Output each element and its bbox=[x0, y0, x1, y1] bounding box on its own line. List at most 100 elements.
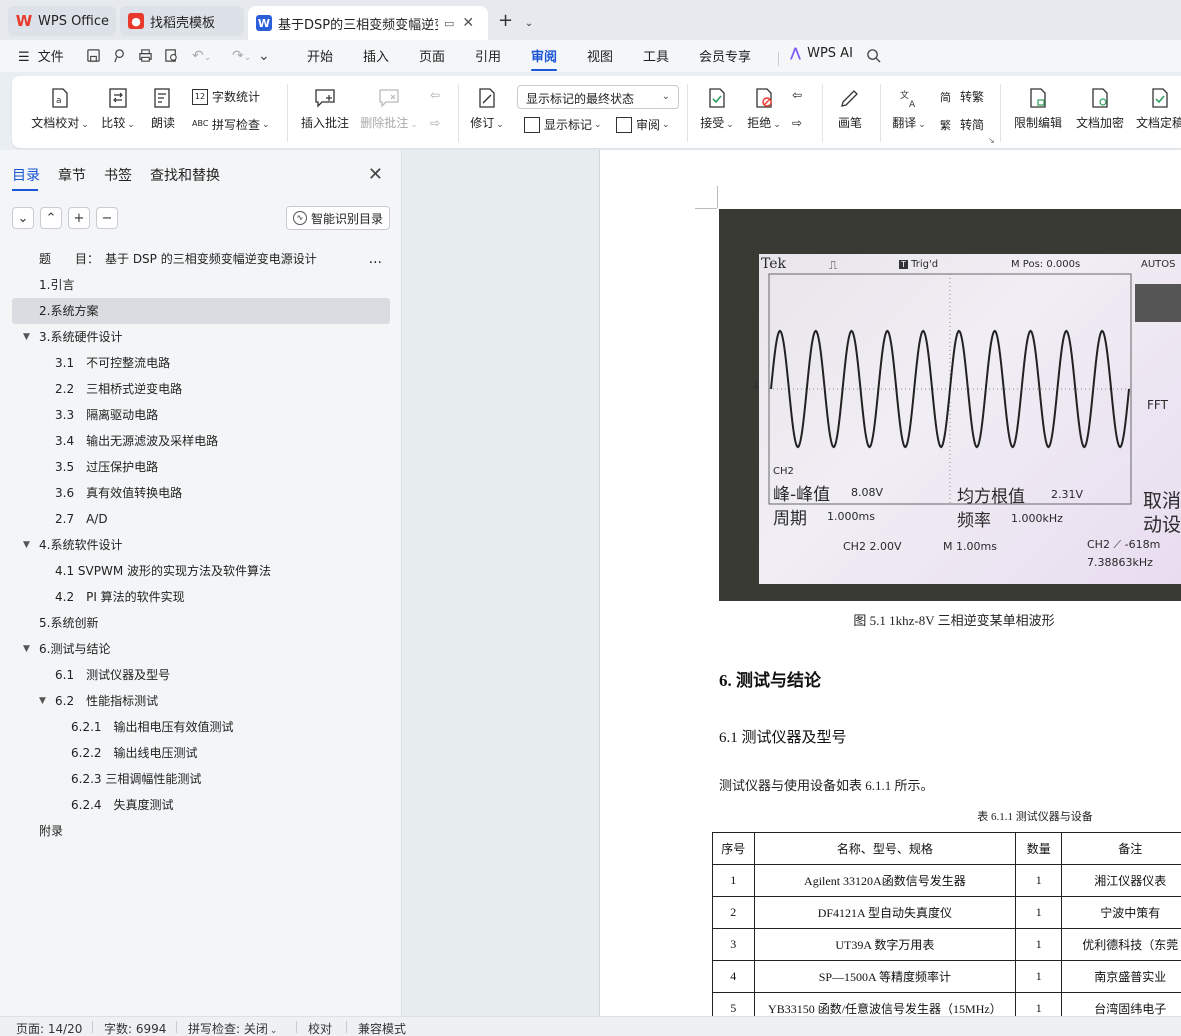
toc-item[interactable]: 3.3 隔离驱动电路 bbox=[12, 402, 390, 428]
save-icon[interactable] bbox=[86, 48, 102, 64]
toc-item[interactable]: 6.2.3 三相调幅性能测试 bbox=[12, 766, 390, 792]
menu-page[interactable]: 页面 bbox=[419, 46, 445, 65]
toc-item[interactable]: 3.1 不可控整流电路 bbox=[12, 350, 390, 376]
accept-label: 接受 bbox=[700, 116, 725, 130]
toc-item[interactable]: 3.6 真有效值转换电路 bbox=[12, 480, 390, 506]
prev-comment-icon[interactable]: ⇦ bbox=[430, 88, 440, 102]
toc-item[interactable]: 4.2 PI 算法的软件实现 bbox=[12, 584, 390, 610]
doc-finalize-button[interactable]: 文档定稿 bbox=[1132, 86, 1181, 131]
pen-button[interactable]: 画笔 bbox=[834, 86, 866, 131]
proof-indicator[interactable]: 校对 bbox=[308, 1020, 332, 1036]
menu-insert[interactable]: 插入 bbox=[363, 46, 389, 65]
close-tab-icon[interactable]: ✕ bbox=[462, 15, 474, 31]
expand-arrow-icon[interactable]: ▼ bbox=[23, 636, 30, 662]
menu-view[interactable]: 视图 bbox=[587, 46, 613, 65]
tab-docer[interactable]: ● 找稻壳模板 bbox=[120, 6, 244, 36]
prev-revision-icon[interactable]: ⇦ bbox=[792, 88, 802, 102]
tab-wps-office[interactable]: W WPS Office bbox=[8, 6, 116, 36]
toc-item[interactable]: 6.2.1 输出相电压有效值测试 bbox=[12, 714, 390, 740]
more-options-icon[interactable]: ... bbox=[369, 246, 382, 272]
toc-item-label: 6.2 性能指标测试 bbox=[55, 694, 159, 708]
file-menu[interactable]: ☰ 文件 bbox=[18, 46, 64, 65]
oscilloscope-photo[interactable]: Tek ⎍ T Trig'd M Pos: 0.000s AUTOS 2 FFT… bbox=[719, 209, 1181, 601]
monitor-icon[interactable]: ▭ bbox=[444, 17, 454, 30]
toc-item[interactable]: 4.1 SVPWM 波形的实现方法及软件算法 bbox=[12, 558, 390, 584]
toc-item[interactable]: 3.4 输出无源滤波及采样电路 bbox=[12, 428, 390, 454]
toc-item[interactable]: ▼ 6.2 性能指标测试 bbox=[12, 688, 390, 714]
collapse-level-button[interactable]: ⌄ bbox=[12, 207, 34, 229]
share-icon[interactable] bbox=[112, 48, 128, 64]
word-count-indicator[interactable]: 字数: 6994 bbox=[104, 1020, 166, 1036]
to-traditional-button[interactable]: 简 转繁 bbox=[940, 88, 984, 105]
toc-item[interactable]: ▼ 4.系统软件设计 bbox=[12, 532, 390, 558]
review-pane-button[interactable]: 审阅 ⌄ bbox=[616, 116, 670, 133]
translate-button[interactable]: 文A 翻译 ⌄ bbox=[890, 86, 928, 131]
nav-tab-bookmarks[interactable]: 书签 bbox=[104, 165, 132, 185]
nav-tab-toc[interactable]: 目录 bbox=[12, 165, 40, 191]
toc-item[interactable]: 6.2.2 输出线电压测试 bbox=[12, 740, 390, 766]
expand-arrow-icon[interactable]: ▼ bbox=[23, 324, 30, 350]
next-comment-icon[interactable]: ⇨ bbox=[430, 116, 440, 130]
toc-item[interactable]: 6.1 测试仪器及型号 bbox=[12, 662, 390, 688]
accept-button[interactable]: 接受 ⌄ bbox=[698, 86, 736, 131]
word-count-button[interactable]: 12 字数统计 bbox=[192, 88, 260, 105]
toc-item[interactable]: 3.5 过压保护电路 bbox=[12, 454, 390, 480]
search-icon[interactable] bbox=[866, 48, 882, 64]
chevron-down-icon[interactable]: ⌄ bbox=[525, 18, 533, 29]
spell-check-button[interactable]: ABC 拼写检查 ⌄ bbox=[192, 116, 270, 133]
menu-tools[interactable]: 工具 bbox=[643, 46, 669, 65]
revise-button[interactable]: 修订 ⌄ bbox=[468, 86, 506, 131]
page-indicator[interactable]: 页面: 14/20 bbox=[16, 1020, 82, 1036]
doc-check-button[interactable]: a 文档校对 ⌄ bbox=[28, 86, 92, 131]
toc-item[interactable]: 2.2 三相桥式逆变电路 bbox=[12, 376, 390, 402]
delete-comment-button[interactable]: 删除批注 ⌄ bbox=[358, 86, 420, 131]
insert-comment-button[interactable]: 插入批注 bbox=[298, 86, 352, 131]
undo-icon[interactable]: ↶⌄ bbox=[192, 48, 211, 64]
toc-item[interactable]: 5.系统创新 bbox=[12, 610, 390, 636]
add-heading-button[interactable]: + bbox=[68, 207, 90, 229]
toc-item[interactable]: 附录 bbox=[12, 818, 390, 844]
toc-item[interactable]: 题 目： 基于 DSP 的三相变频变幅逆变电源设计... bbox=[12, 246, 390, 272]
smart-toc-button[interactable]: ∿ 智能识别目录 bbox=[286, 206, 390, 230]
expand-group-icon[interactable]: ↘ bbox=[988, 136, 995, 145]
compare-button[interactable]: 比较 ⌄ bbox=[98, 86, 138, 131]
table-row: 1 Agilent 33120A函数信号发生器 1 湘江仪器仪表 bbox=[712, 864, 1181, 897]
restrict-edit-button[interactable]: 限制编辑 bbox=[1010, 86, 1066, 131]
new-tab-button[interactable]: + ⌄ bbox=[498, 10, 533, 31]
reject-button[interactable]: 拒绝 ⌄ bbox=[745, 86, 783, 131]
more-dropdown-icon[interactable]: ⌄ bbox=[258, 48, 274, 64]
menu-member[interactable]: 会员专享 bbox=[699, 46, 751, 65]
expand-arrow-icon[interactable]: ▼ bbox=[23, 532, 30, 558]
markup-state-select[interactable]: 显示标记的最终状态 ⌄ bbox=[517, 85, 679, 109]
toc-item[interactable]: ▼ 6.测试与结论 bbox=[12, 636, 390, 662]
expand-level-button[interactable]: ⌃ bbox=[40, 207, 62, 229]
toc-item[interactable]: 1.引言 bbox=[12, 272, 390, 298]
lock-doc-icon bbox=[1030, 88, 1046, 108]
print-preview-icon[interactable] bbox=[164, 48, 180, 64]
spell-check-indicator[interactable]: 拼写检查: 关闭 ⌄ bbox=[188, 1020, 277, 1036]
toc-item[interactable]: 6.2.4 失真度测试 bbox=[12, 792, 390, 818]
show-markup-button[interactable]: 显示标记 ⌄ bbox=[524, 116, 602, 133]
nav-tab-find-replace[interactable]: 查找和替换 bbox=[150, 165, 220, 185]
menu-start[interactable]: 开始 bbox=[307, 46, 333, 65]
menu-review[interactable]: 审阅 bbox=[531, 46, 558, 71]
menu-wps-ai[interactable]: ⋀ WPS AI bbox=[790, 46, 853, 61]
remove-heading-button[interactable]: − bbox=[96, 207, 118, 229]
next-revision-icon[interactable]: ⇨ bbox=[792, 116, 802, 130]
redo-icon[interactable]: ↷⌄ bbox=[232, 48, 251, 64]
delete-comment-icon bbox=[379, 89, 399, 108]
doc-encrypt-button[interactable]: 文档加密 bbox=[1072, 86, 1128, 131]
tab-current-document[interactable]: W 基于DSP的三相变频变幅逆变电 ▭ ✕ bbox=[248, 6, 488, 40]
toc-item[interactable]: 2.系统方案 bbox=[12, 298, 390, 324]
read-aloud-button[interactable]: 朗读 bbox=[148, 86, 178, 131]
writer-icon: W bbox=[256, 15, 272, 31]
close-icon[interactable]: ✕ bbox=[368, 164, 383, 185]
nav-tab-sections[interactable]: 章节 bbox=[58, 165, 86, 185]
menu-reference[interactable]: 引用 bbox=[475, 46, 501, 65]
toc-item[interactable]: 2.7 A/D bbox=[12, 506, 390, 532]
toc-item[interactable]: ▼ 3.系统硬件设计 bbox=[12, 324, 390, 350]
print-icon[interactable] bbox=[138, 48, 154, 64]
expand-arrow-icon[interactable]: ▼ bbox=[39, 688, 46, 714]
docer-icon: ● bbox=[128, 13, 144, 29]
to-simplified-button[interactable]: 繁 转简 bbox=[940, 116, 984, 133]
